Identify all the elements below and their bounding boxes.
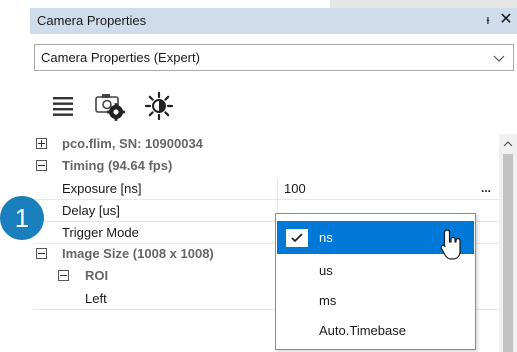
dropdown-option-label: ns bbox=[319, 230, 333, 245]
dropdown-option-ms[interactable]: ms bbox=[277, 284, 474, 317]
mode-select[interactable]: Camera Properties (Expert) bbox=[34, 44, 514, 71]
scroll-up-icon[interactable] bbox=[502, 138, 514, 150]
window-top-strip bbox=[330, 0, 517, 8]
left-label: Left bbox=[85, 291, 107, 306]
brightness-icon[interactable] bbox=[142, 90, 176, 122]
dropdown-option-auto-timebase[interactable]: Auto.Timebase bbox=[277, 314, 474, 347]
mouse-cursor-icon bbox=[440, 229, 461, 260]
category-camera[interactable]: pco.flim, SN: 10900034 bbox=[34, 134, 499, 156]
dropdown-option-label: Auto.Timebase bbox=[319, 323, 406, 338]
chevron-down-icon bbox=[493, 55, 505, 62]
pin-icon[interactable]: ᵼ bbox=[481, 12, 495, 28]
camera-settings-icon[interactable] bbox=[93, 90, 127, 122]
scrollbar-thumb[interactable] bbox=[503, 154, 513, 352]
close-icon[interactable]: ✕ bbox=[498, 11, 514, 29]
exposure-label: Exposure [ns] bbox=[62, 181, 142, 196]
dropdown-option-label: us bbox=[319, 263, 333, 278]
step-number-badge: 1 bbox=[0, 196, 44, 240]
category-timing-label: Timing (94.64 fps) bbox=[62, 158, 173, 173]
column-separator bbox=[277, 178, 278, 200]
delay-label: Delay [us] bbox=[62, 203, 120, 218]
category-roi-label: ROI bbox=[85, 268, 109, 283]
property-row-exposure[interactable]: Exposure [ns] 100 ... bbox=[34, 178, 499, 200]
list-icon[interactable] bbox=[46, 90, 80, 122]
panel-title-bar: Camera Properties ᵼ ✕ bbox=[30, 8, 517, 34]
mode-select-value: Camera Properties (Expert) bbox=[41, 50, 200, 65]
trigger-mode-label: Trigger Mode bbox=[62, 225, 139, 240]
dropdown-option-label: ms bbox=[319, 293, 337, 308]
toolbar bbox=[30, 80, 517, 130]
collapse-icon[interactable] bbox=[58, 270, 69, 281]
exposure-unit-button[interactable]: ... bbox=[477, 178, 495, 200]
vertical-scrollbar[interactable] bbox=[499, 134, 517, 352]
category-image-size-label: Image Size (1008 x 1008) bbox=[62, 246, 214, 261]
panel-title: Camera Properties bbox=[37, 13, 147, 28]
category-timing[interactable]: Timing (94.64 fps) bbox=[34, 156, 499, 178]
checkmark-icon bbox=[286, 229, 308, 247]
exposure-value[interactable]: 100 bbox=[284, 181, 306, 196]
category-camera-label: pco.flim, SN: 10900034 bbox=[62, 136, 203, 151]
collapse-icon[interactable] bbox=[36, 160, 47, 171]
collapse-icon[interactable] bbox=[36, 248, 47, 259]
expand-icon[interactable] bbox=[36, 138, 47, 149]
